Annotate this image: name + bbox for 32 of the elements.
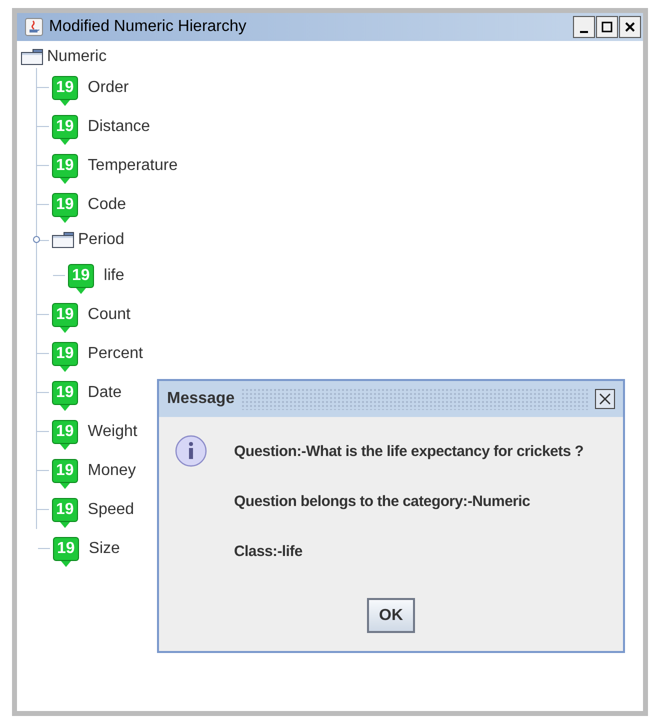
- message-text: Question:-What is the life expectancy for crickets ?: [234, 443, 584, 460]
- close-icon: [598, 392, 612, 406]
- maximize-icon: [601, 21, 613, 33]
- tree-item[interactable]: Order: [88, 78, 129, 96]
- dialog-title: Message: [167, 390, 235, 408]
- tree-item[interactable]: Count: [88, 306, 130, 324]
- message-text: Class:-life: [234, 543, 304, 560]
- folder-icon: [21, 49, 43, 65]
- tree-item[interactable]: Code: [88, 196, 126, 214]
- tree-item[interactable]: Period: [78, 231, 124, 249]
- tree-item[interactable]: Money: [88, 462, 136, 480]
- tree-item[interactable]: Temperature: [88, 156, 178, 174]
- maximize-button[interactable]: [596, 16, 618, 38]
- tree-item[interactable]: life: [104, 266, 124, 284]
- folder-icon: [52, 232, 74, 248]
- tree-item[interactable]: Date: [88, 384, 122, 402]
- tree-item[interactable]: Size: [88, 540, 120, 558]
- window-title: Modified Numeric Hierarchy: [49, 18, 246, 36]
- tree-item[interactable]: Weight: [88, 422, 138, 440]
- close-button[interactable]: [595, 389, 615, 409]
- tree-item[interactable]: Percent: [88, 344, 143, 362]
- minimize-icon: [580, 31, 588, 33]
- ok-button[interactable]: OK: [367, 598, 415, 633]
- close-button[interactable]: [619, 16, 641, 38]
- coffee-cup-icon: [25, 18, 43, 36]
- minimize-button[interactable]: [573, 16, 595, 38]
- tree-item[interactable]: Speed: [88, 500, 134, 518]
- tree-item[interactable]: Numeric: [47, 48, 107, 66]
- message-text: Question belongs to the category:-Numeric: [234, 493, 532, 510]
- tree-item[interactable]: Distance: [88, 118, 150, 136]
- expand-handle[interactable]: [33, 236, 40, 243]
- close-icon: [624, 21, 636, 33]
